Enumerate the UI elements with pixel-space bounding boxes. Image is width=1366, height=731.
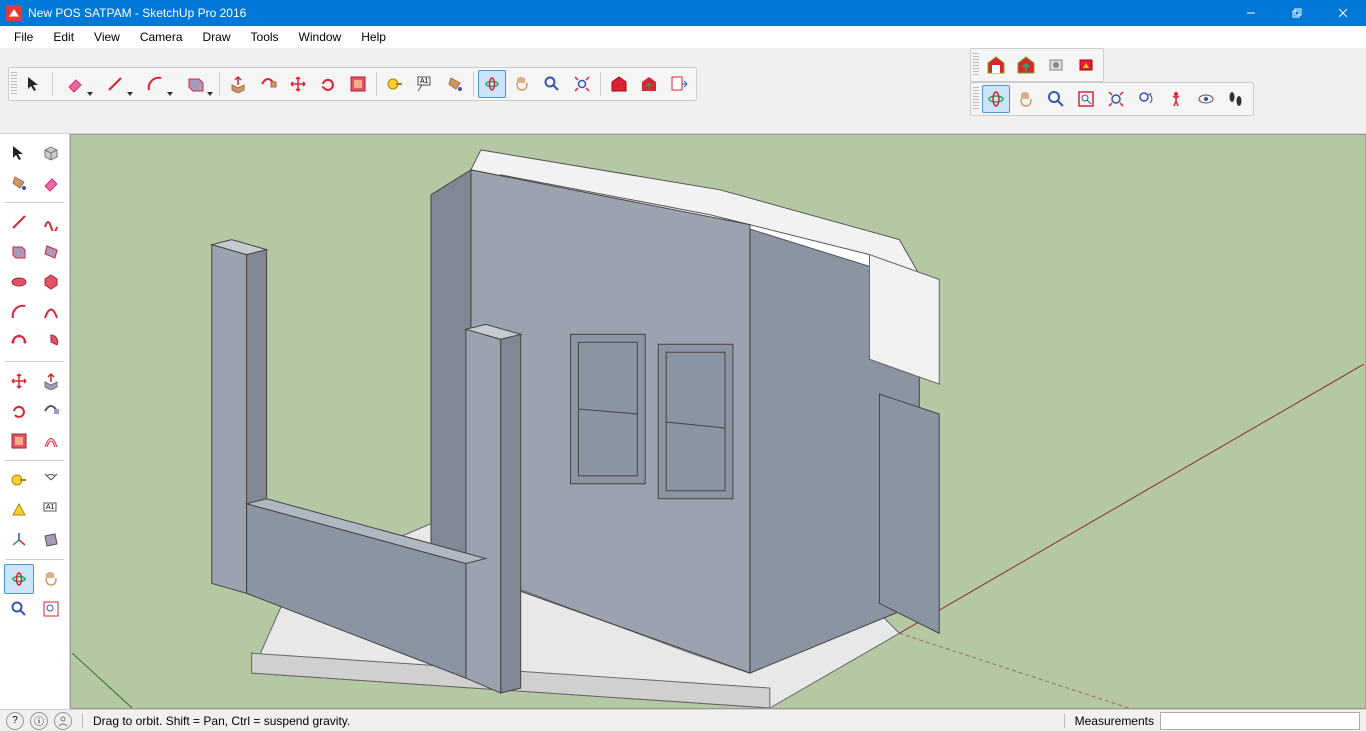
lt-rect[interactable] [4,237,34,267]
menu-draw[interactable]: Draw [193,28,241,46]
close-button[interactable] [1320,0,1366,26]
menu-bar: File Edit View Camera Draw Tools Window … [0,26,1366,48]
lt-polygon[interactable] [36,267,66,297]
lt-zoomwin[interactable] [36,594,66,624]
lt-select[interactable] [4,138,34,168]
zoom-extents-tool-button[interactable] [568,70,596,98]
lt-rotate[interactable] [4,396,34,426]
share-component-button[interactable] [635,70,663,98]
followme-tool-button[interactable] [254,70,282,98]
lt-pie[interactable] [36,327,66,357]
menu-help[interactable]: Help [351,28,396,46]
minimize-button[interactable] [1228,0,1274,26]
menu-tools[interactable]: Tools [241,28,289,46]
line-tool-button[interactable] [97,70,135,98]
menu-window[interactable]: Window [289,28,352,46]
lt-scale[interactable] [4,426,34,456]
lt-text[interactable]: A1 [36,495,66,525]
pushpull-tool-button[interactable] [224,70,252,98]
move-tool-button[interactable] [284,70,312,98]
principal-toolbar: A1 [8,67,697,101]
arc-tool-button[interactable] [137,70,175,98]
geo-location-icon[interactable]: ? [6,712,24,730]
lt-3ptarc[interactable] [4,327,34,357]
measurements-input[interactable] [1160,712,1360,730]
tape-tool-button[interactable] [381,70,409,98]
lt-dim[interactable] [4,495,34,525]
large-toolset: A1 [0,134,70,709]
lt-eraser[interactable] [36,168,66,198]
lt-pushpull[interactable] [36,366,66,396]
app-icon [6,5,22,21]
pan-tool-button[interactable] [508,70,536,98]
toolbar-grip[interactable] [11,72,17,96]
lt-move[interactable] [4,366,34,396]
lt-tape[interactable] [4,465,34,495]
send-to-layout-button[interactable] [665,70,693,98]
orbit-tool-button[interactable] [478,70,506,98]
measurements-label: Measurements [1075,714,1154,728]
lt-arc[interactable] [4,297,34,327]
menu-edit[interactable]: Edit [43,28,84,46]
lt-2ptarc[interactable] [36,297,66,327]
maximize-button[interactable] [1274,0,1320,26]
main-area: A1 [0,134,1366,709]
model-viewport[interactable] [70,134,1366,709]
lt-followme[interactable] [36,396,66,426]
lt-section[interactable] [36,525,66,555]
text-tool-button[interactable]: A1 [411,70,439,98]
lt-orbit[interactable] [4,564,34,594]
lt-pan[interactable] [36,564,66,594]
menu-view[interactable]: View [84,28,130,46]
paint-tool-button[interactable] [441,70,469,98]
get-models-button[interactable] [605,70,633,98]
lt-line[interactable] [4,207,34,237]
svg-text:A1: A1 [46,504,55,511]
menu-camera[interactable]: Camera [130,28,193,46]
status-bar: ? ⓘ Drag to orbit. Shift = Pan, Ctrl = s… [0,709,1366,731]
lt-paint[interactable] [4,168,34,198]
rotate-tool-button[interactable] [314,70,342,98]
scene-render [71,135,1365,708]
status-hint: Drag to orbit. Shift = Pan, Ctrl = suspe… [93,714,1054,728]
offset-tool-button[interactable] [344,70,372,98]
window-titlebar: New POS SATPAM - SketchUp Pro 2016 [0,0,1366,26]
lt-zoom[interactable] [4,594,34,624]
lt-offset[interactable] [36,426,66,456]
zoom-tool-button[interactable] [538,70,566,98]
credits-icon[interactable]: ⓘ [30,712,48,730]
menu-file[interactable]: File [4,28,43,46]
lt-axes[interactable] [4,525,34,555]
lt-component[interactable] [36,138,66,168]
window-title: New POS SATPAM - SketchUp Pro 2016 [28,6,1228,20]
svg-text:A1: A1 [420,78,429,85]
lt-rotrect[interactable] [36,237,66,267]
rectangle-tool-button[interactable] [177,70,215,98]
lt-freehand[interactable] [36,207,66,237]
eraser-tool-button[interactable] [57,70,95,98]
lt-protractor[interactable] [36,465,66,495]
select-tool-button[interactable] [20,70,48,98]
lt-circle[interactable] [4,267,34,297]
toolbar-area: A1 [0,48,1366,134]
signin-icon[interactable] [54,712,72,730]
